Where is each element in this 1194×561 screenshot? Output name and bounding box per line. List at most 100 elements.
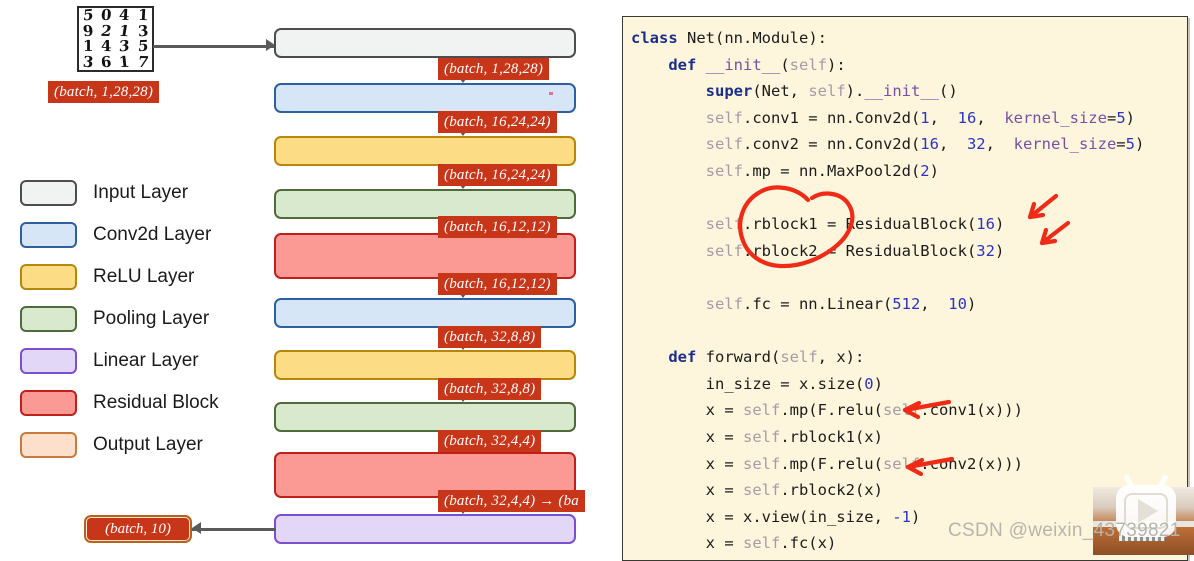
code-token: , <box>939 135 967 153</box>
legend-label: Output Layer <box>93 434 203 456</box>
code-token: 32 <box>967 135 986 153</box>
legend-item: Output Layer <box>20 424 270 466</box>
python-source-code: class Net(nn.Module): def __init__(self)… <box>631 25 1187 561</box>
code-token: .conv1 = nn.Conv2d( <box>743 109 920 127</box>
layer-box-relu-layer <box>274 350 576 380</box>
code-token: ) <box>911 508 920 526</box>
csdn-watermark: CSDN @weixin_43739821 <box>948 520 1181 542</box>
code-token <box>631 135 706 153</box>
legend-label: ReLU Layer <box>93 266 194 288</box>
legend-swatch <box>20 432 77 458</box>
layer-legend: Input Layer Conv2d Layer ReLU Layer Pooling… <box>20 172 270 466</box>
tensor-shape-text: (batch, 16,24,24) <box>444 114 551 130</box>
code-token: , x): <box>818 348 865 366</box>
legend-swatch <box>20 390 77 416</box>
code-token: x = <box>631 455 743 473</box>
stray-pink-dot-icon <box>549 92 553 95</box>
mnist-digit: 7 <box>136 55 149 70</box>
code-token: kernel_size <box>1014 135 1117 153</box>
input-shape-text: (batch, 1,28,28) <box>54 84 153 100</box>
code-token: class <box>631 29 678 47</box>
layer-box-pooling-layer <box>274 402 576 432</box>
code-token: self <box>790 56 827 74</box>
screenshot-root: 5041921314353617 (batch, 1,28,28) Input … <box>0 0 1194 555</box>
code-token: ) <box>967 295 976 313</box>
code-token: , <box>976 109 1004 127</box>
code-token: .mp(F.relu( <box>780 401 883 419</box>
code-token: (Net, <box>752 82 808 100</box>
layer-box-linear-layer <box>274 514 576 544</box>
legend-label: Input Layer <box>93 182 188 204</box>
code-token: 16 <box>958 109 977 127</box>
tensor-shape-tag: (batch, 16,12,12) <box>438 273 557 295</box>
code-token: .conv2(x))) <box>920 455 1023 473</box>
code-token: self <box>883 401 920 419</box>
code-token: ) <box>874 375 883 393</box>
legend-label: Conv2d Layer <box>93 224 211 246</box>
code-token <box>696 56 705 74</box>
code-line: self.fc = nn.Linear(512, 10) <box>631 291 1187 318</box>
legend-label: Pooling Layer <box>93 308 209 330</box>
code-token: , <box>930 109 958 127</box>
code-token: ) <box>995 242 1004 260</box>
mnist-sample-image: 5041921314353617 <box>77 6 154 72</box>
code-token: ) <box>1135 135 1144 153</box>
tensor-shape-tag: (batch, 16,24,24) <box>438 164 557 186</box>
code-panel: class Net(nn.Module): def __init__(self)… <box>622 16 1188 561</box>
code-token: 32 <box>976 242 995 260</box>
code-token: x = <box>631 428 743 446</box>
code-token <box>631 109 706 127</box>
layer-box-conv2d-layer <box>274 298 576 328</box>
code-token: Net(nn.Module): <box>678 29 827 47</box>
code-line <box>631 264 1187 291</box>
layer-box-pooling-layer <box>274 189 576 219</box>
code-token: self <box>706 162 743 180</box>
code-token: = <box>1116 135 1125 153</box>
code-token: self <box>706 295 743 313</box>
code-line: self.mp = nn.MaxPool2d(2) <box>631 158 1187 185</box>
code-token <box>631 348 668 366</box>
code-line: self.conv1 = nn.Conv2d(1, 16, kernel_siz… <box>631 105 1187 132</box>
code-token: .rblock1 = ResidualBlock( <box>743 215 976 233</box>
code-token: () <box>939 82 958 100</box>
legend-swatch <box>20 222 77 248</box>
tensor-shape-tag: (batch, 32,4,4) → (ba <box>438 490 585 512</box>
legend-item: Input Layer <box>20 172 270 214</box>
code-token: def <box>668 56 696 74</box>
output-shape-chip: (batch, 10) <box>84 515 192 543</box>
layer-box-conv2d-layer <box>274 83 576 113</box>
code-token: x = <box>631 401 743 419</box>
tensor-shape-text: (batch, 1,28,28) <box>444 61 543 77</box>
input-shape-tag: (batch, 1,28,28) <box>48 81 159 103</box>
code-token: .conv1(x))) <box>920 401 1023 419</box>
tensor-shape-text: (batch, 16,12,12) <box>444 276 551 292</box>
code-token: x = x.view(in_size, <box>631 508 892 526</box>
code-token: , <box>920 295 948 313</box>
code-token: self <box>706 135 743 153</box>
code-token: self <box>743 455 780 473</box>
code-token: x = <box>631 481 743 499</box>
code-token: 512 <box>892 295 920 313</box>
legend-item: Conv2d Layer <box>20 214 270 256</box>
code-token: = <box>1107 109 1116 127</box>
code-token <box>631 215 706 233</box>
code-line <box>631 185 1187 212</box>
tensor-shape-tag: (batch, 16,12,12) <box>438 216 557 238</box>
legend-item: ReLU Layer <box>20 256 270 298</box>
code-token: 2 <box>920 162 929 180</box>
tensor-shape-text: (batch, 32,8,8) <box>444 329 535 345</box>
code-token: self <box>743 401 780 419</box>
output-connector-arrowhead <box>192 522 201 534</box>
mnist-digit: 1 <box>119 55 131 70</box>
code-token: 5 <box>1126 135 1135 153</box>
tensor-shape-text: (batch, 32,4,4) <box>444 433 535 449</box>
legend-swatch <box>20 306 77 332</box>
code-token: ) <box>1126 109 1135 127</box>
tensor-shape-text: (batch, 32,4,4) → (ba <box>444 493 579 509</box>
legend-swatch <box>20 348 77 374</box>
code-token: 10 <box>948 295 967 313</box>
code-token: ) <box>995 215 1004 233</box>
code-line: super(Net, self).__init__() <box>631 78 1187 105</box>
code-token: self <box>743 534 780 552</box>
code-token: self <box>743 428 780 446</box>
